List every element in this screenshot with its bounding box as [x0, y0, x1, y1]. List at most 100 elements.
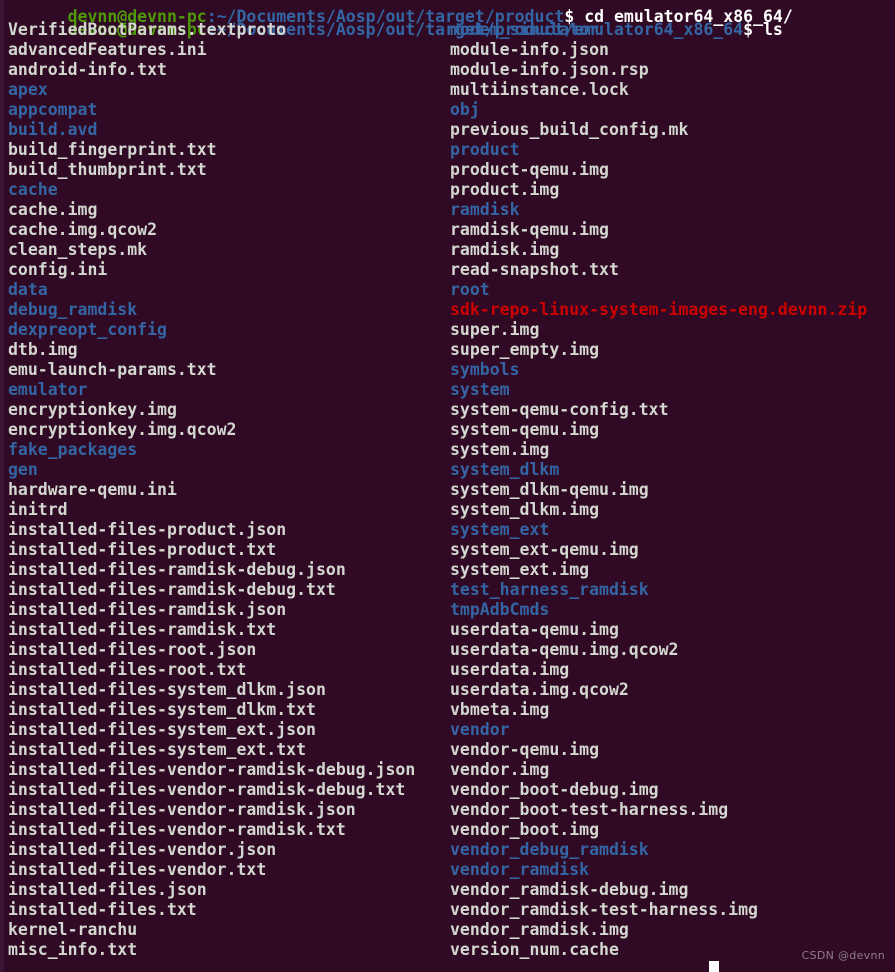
ls-file-name: installed-files-system_ext.txt — [8, 740, 307, 759]
ls-entry-right: super_empty.img — [450, 340, 895, 360]
ls-entry-left: VerifiedBootParams.textproto — [8, 20, 450, 40]
ls-row: kernel-ranchu vendor_ramdisk.img — [8, 920, 895, 940]
ls-entry-left: apex — [8, 80, 450, 100]
ls-entry-left: installed-files-system_dlkm.json — [8, 680, 450, 700]
ls-entry-right: userdata-qemu.img — [450, 620, 895, 640]
ls-directory-name: debug_ramdisk — [8, 300, 138, 319]
ls-file-name: system_dlkm-qemu.img — [450, 480, 649, 499]
ls-entry-right: super.img — [450, 320, 895, 340]
ls-file-name: system_dlkm.img — [450, 500, 600, 519]
ls-entry-right: ramdisk-qemu.img — [450, 220, 895, 240]
ls-file-name: installed-files-vendor-ramdisk.json — [8, 800, 356, 819]
ls-directory-name: apex — [8, 80, 48, 99]
ls-file-name: product.img — [450, 180, 560, 199]
ls-entry-left: installed-files-vendor-ramdisk.txt — [8, 820, 450, 840]
ls-file-name: system.img — [450, 440, 550, 459]
ls-file-name: ramdisk.img — [450, 240, 560, 259]
ls-row: emu-launch-params.txt symbols — [8, 360, 895, 380]
ls-entry-left: cache.img — [8, 200, 450, 220]
ls-file-name: kernel-ranchu — [8, 920, 138, 939]
ls-entry-left: installed-files.txt — [8, 900, 450, 920]
ls-entry-right: vendor_boot-debug.img — [450, 780, 895, 800]
ls-row: installed-files.txt vendor_ramdisk-test-h… — [8, 900, 895, 920]
ls-row: installed-files-ramdisk-debug.txt test_ha… — [8, 580, 895, 600]
ls-row: installed-files-system_ext.json vendor — [8, 720, 895, 740]
ls-row: installed-files-vendor-ramdisk.json vendo… — [8, 800, 895, 820]
ls-row: installed-files-ramdisk.json tmpAdbCmds — [8, 600, 895, 620]
ls-file-name: userdata-qemu.img — [450, 620, 619, 639]
ls-entry-right: vendor_ramdisk.img — [450, 920, 895, 940]
ls-entry-right: system_ext.img — [450, 560, 895, 580]
ls-file-name: encryptionkey.img.qcow2 — [8, 420, 237, 439]
ls-entry-left: advancedFeatures.ini — [8, 40, 450, 60]
ls-directory-name: emulator — [8, 380, 88, 399]
ls-entry-right: module-info.json.rsp — [450, 60, 895, 80]
ls-row: build.avd previous_build_config.mk — [8, 120, 895, 140]
ls-row: dexpreopt_config super.img — [8, 320, 895, 340]
ls-row: appcompat obj — [8, 100, 895, 120]
ls-entry-left: initrd — [8, 500, 450, 520]
ls-entry-left: installed-files-system_ext.txt — [8, 740, 450, 760]
ls-entry-left: installed-files-vendor.txt — [8, 860, 450, 880]
ls-file-name: installed-files-vendor-ramdisk.txt — [8, 820, 346, 839]
ls-file-name: advancedFeatures.ini — [8, 40, 207, 59]
ls-entry-right: vendor_boot.img — [450, 820, 895, 840]
ls-file-name: config.ini — [8, 260, 108, 279]
ls-file-name: vendor_boot.img — [450, 820, 600, 839]
ls-entry-left: installed-files-ramdisk-debug.json — [8, 560, 450, 580]
ls-row: encryptionkey.img system-qemu-config.txt — [8, 400, 895, 420]
ls-entry-left: emu-launch-params.txt — [8, 360, 450, 380]
ls-entry-right: multiinstance.lock — [450, 80, 895, 100]
text-cursor — [709, 961, 719, 972]
ls-row: installed-files-vendor-ramdisk-debug.txt… — [8, 780, 895, 800]
terminal-window[interactable]: devnn@devnn-pc:~/Documents/Aosp/out/targ… — [0, 0, 895, 972]
ls-entry-left: dtb.img — [8, 340, 450, 360]
ls-file-name: userdata.img.qcow2 — [450, 680, 629, 699]
ls-directory-name: dexpreopt_config — [8, 320, 167, 339]
ls-output-listing: VerifiedBootParams.textproto modem_simula… — [8, 20, 895, 960]
ls-entry-left: cache — [8, 180, 450, 200]
ls-row: config.ini read-snapshot.txt — [8, 260, 895, 280]
ls-file-name: installed-files-ramdisk.json — [8, 600, 287, 619]
ls-entry-left: appcompat — [8, 100, 450, 120]
ls-file-name: installed-files-system_ext.json — [8, 720, 316, 739]
ls-entry-left: hardware-qemu.ini — [8, 480, 450, 500]
ls-file-name: userdata.img — [450, 660, 570, 679]
ls-file-name: installed-files-root.txt — [8, 660, 247, 679]
ls-file-name: encryptionkey.img — [8, 400, 177, 419]
ls-entry-right: test_harness_ramdisk — [450, 580, 895, 600]
ls-row: installed-files-system_dlkm.json userdata… — [8, 680, 895, 700]
ls-directory-name: system_dlkm — [450, 460, 560, 479]
ls-row: android-info.txt module-info.json.rsp — [8, 60, 895, 80]
ls-directory-name: root — [450, 280, 490, 299]
ls-row: installed-files-vendor.txt vendor_ramdisk — [8, 860, 895, 880]
ls-entry-left: installed-files-product.txt — [8, 540, 450, 560]
ls-entry-right: product — [450, 140, 895, 160]
ls-directory-name: product — [450, 140, 520, 159]
ls-entry-right: system-qemu.img — [450, 420, 895, 440]
ls-file-name: installed-files-vendor.json — [8, 840, 277, 859]
ls-row: misc_info.txt version_num.cache — [8, 940, 895, 960]
ls-file-name: read-snapshot.txt — [450, 260, 619, 279]
ls-entry-right: vendor_debug_ramdisk — [450, 840, 895, 860]
next-prompt-line: devnn@devnn-pc:~/Documents/Aosp/out/targ… — [0, 963, 895, 972]
ls-entry-right: module-info.json — [450, 40, 895, 60]
ls-directory-name: cache — [8, 180, 58, 199]
ls-file-name: installed-files-system_dlkm.json — [8, 680, 326, 699]
ls-entry-left: installed-files-ramdisk.json — [8, 600, 450, 620]
ls-row: encryptionkey.img.qcow2 system-qemu.img — [8, 420, 895, 440]
ls-file-name: module-info.json — [450, 40, 609, 59]
ls-directory-name: vendor_ramdisk — [450, 860, 590, 879]
ls-entry-left: installed-files-ramdisk-debug.txt — [8, 580, 450, 600]
ls-entry-left: installed-files-root.json — [8, 640, 450, 660]
ls-entry-right: system_dlkm — [450, 460, 895, 480]
ls-file-name: installed-files.txt — [8, 900, 197, 919]
ls-entry-right: ramdisk — [450, 200, 895, 220]
ls-entry-left: installed-files-system_ext.json — [8, 720, 450, 740]
ls-file-name: vendor_ramdisk-debug.img — [450, 880, 689, 899]
ls-directory-name: gen — [8, 460, 38, 479]
ls-entry-right: obj — [450, 100, 895, 120]
ls-row: cache product.img — [8, 180, 895, 200]
ls-entry-left: installed-files-vendor-ramdisk-debug.txt — [8, 780, 450, 800]
ls-entry-right: system_dlkm.img — [450, 500, 895, 520]
